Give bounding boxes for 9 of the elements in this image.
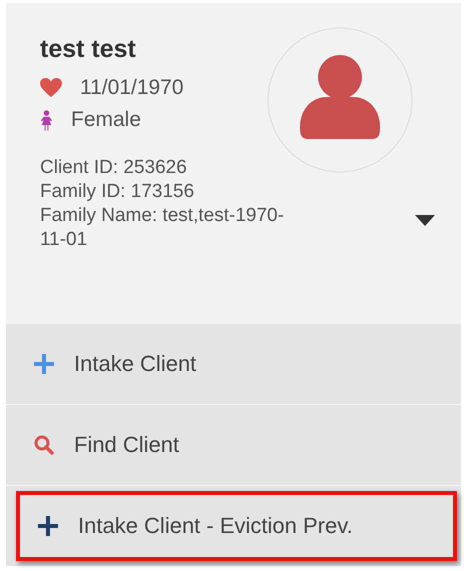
client-detail: Client ID: 253626	[40, 156, 188, 180]
birth-date: 11/01/1970	[80, 76, 184, 100]
menu-item[interactable]: Intake Client - Eviction Prev.	[16, 491, 457, 561]
client-name: test test	[40, 35, 137, 64]
menu-item[interactable]: Intake Client	[6, 324, 461, 404]
gender: Female	[71, 108, 142, 132]
menu-item[interactable]: Find Client	[6, 405, 461, 485]
client-detail: Family ID: 173156	[40, 180, 196, 204]
client-detail: Family Name: test,test-1970-11-01	[40, 204, 285, 252]
